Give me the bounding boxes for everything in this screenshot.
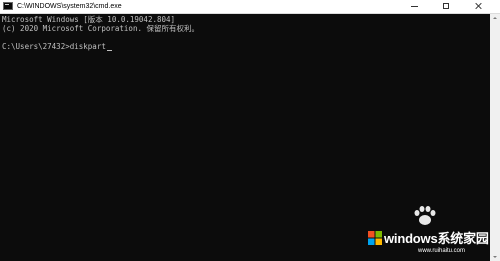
paw-icon [414,206,436,225]
watermark-brand: windows系统家园 [384,231,489,246]
watermark-url: www.ruihaitu.com [418,248,466,254]
cmd-window: C:\WINDOWS\system32\cmd.exe Microsoft Wi… [0,0,500,261]
title-bar[interactable]: C:\WINDOWS\system32\cmd.exe [0,0,500,14]
console-line: (c) 2020 Microsoft Corporation. 保留所有权利。 [2,24,199,33]
cmd-app-icon[interactable] [3,2,13,10]
maximize-button[interactable] [434,0,460,13]
text-cursor [106,50,112,51]
prompt-command: C:\Users\27432>diskpart [2,42,106,51]
window-title: C:\WINDOWS\system32\cmd.exe [17,3,122,10]
windows-logo-icon [368,231,382,245]
site-watermark: windows系统家园 www.ruihaitu.com [360,205,500,261]
scroll-up-arrow-icon[interactable] [490,14,500,22]
console-line: Microsoft Windows [版本 10.0.19042.804] [2,15,176,24]
minimize-button[interactable] [402,0,428,13]
close-button[interactable] [466,0,492,13]
console-prompt-line: C:\Users\27432>diskpart [2,42,490,51]
